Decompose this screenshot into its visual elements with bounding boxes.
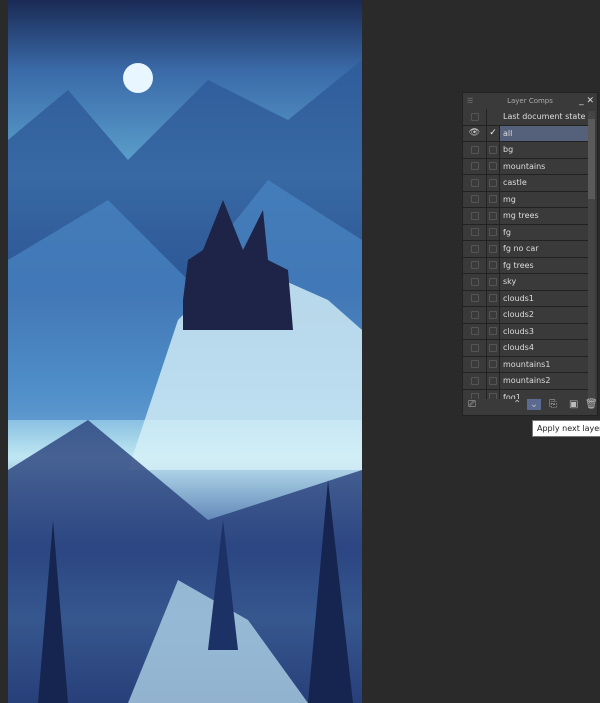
apply-checkbox[interactable]: [487, 323, 500, 340]
layer-comp-row[interactable]: fg: [463, 224, 589, 241]
layer-comp-name: fg trees: [503, 260, 534, 270]
panel-title: Layer Comps: [507, 97, 553, 105]
layer-comp-name: Last document state: [503, 112, 586, 121]
layer-comp-name: mountains2: [503, 376, 551, 385]
scrollbar[interactable]: [588, 111, 595, 401]
visibility-toggle[interactable]: [463, 191, 487, 208]
layer-comp-name: clouds2: [503, 310, 534, 319]
apply-checkbox[interactable]: [487, 356, 500, 373]
layer-comp-row[interactable]: clouds3: [463, 323, 589, 340]
painting-mountain-castle: [8, 60, 362, 703]
update-layers-icon[interactable]: ⎘: [549, 399, 557, 410]
apply-checkbox[interactable]: [487, 174, 500, 191]
layer-comp-name: clouds3: [503, 326, 534, 336]
visibility-toggle[interactable]: [463, 372, 487, 389]
visibility-toggle[interactable]: [463, 339, 487, 356]
layer-comp-name: clouds1: [503, 293, 534, 303]
layer-comp-name: mountains1: [503, 359, 551, 369]
layer-comp-name: fg: [503, 227, 511, 237]
visibility-toggle[interactable]: [463, 257, 487, 274]
layer-comp-name: castle: [503, 178, 527, 187]
apply-checkbox[interactable]: [487, 306, 500, 323]
layer-comp-row[interactable]: 👁 ✓ all: [463, 125, 589, 142]
layer-comp-row[interactable]: clouds2: [463, 306, 589, 324]
visibility-toggle[interactable]: [463, 323, 487, 340]
apply-checkbox[interactable]: [487, 158, 500, 175]
apply-checkbox[interactable]: [487, 372, 500, 389]
update-comp-icon[interactable]: ⎚: [468, 399, 476, 410]
eye-icon[interactable]: 👁: [463, 125, 487, 142]
apply-checkbox[interactable]: [487, 339, 500, 356]
apply-previous-button[interactable]: ⌃: [513, 399, 521, 410]
visibility-toggle[interactable]: [463, 306, 487, 323]
layer-comp-name: all: [500, 125, 589, 141]
moon: [123, 63, 153, 93]
visibility-toggle[interactable]: [463, 356, 487, 373]
visibility-toggle[interactable]: [463, 109, 487, 125]
layer-comp-row[interactable]: bg: [463, 141, 589, 159]
new-comp-icon[interactable]: ▣: [569, 399, 578, 410]
layer-comps-panel: ☰ Layer Comps _ ✕ Last document state 👁 ✓ a…: [462, 92, 598, 416]
scrollbar-thumb[interactable]: [588, 119, 595, 199]
layer-comps-list: Last document state 👁 ✓ all bg mountains castl…: [463, 109, 589, 399]
apply-checkbox[interactable]: [487, 240, 500, 257]
visibility-toggle[interactable]: [463, 207, 487, 224]
visibility-toggle[interactable]: [463, 290, 487, 307]
apply-checkbox[interactable]: [487, 290, 500, 307]
apply-checkbox[interactable]: [487, 141, 500, 158]
layer-comp-name: mountains: [503, 161, 546, 171]
visibility-toggle[interactable]: [463, 273, 487, 290]
layer-comp-row[interactable]: clouds1: [463, 290, 589, 307]
layer-comp-row[interactable]: Last document state: [463, 109, 589, 126]
layer-comp-name: sky: [503, 277, 517, 286]
document-canvas[interactable]: [8, 0, 362, 703]
layer-comp-name: clouds4: [503, 343, 534, 352]
layer-comp-name: mg trees: [503, 211, 539, 220]
layer-comp-name: fg no car: [503, 244, 539, 253]
apply-checkbox[interactable]: [487, 257, 500, 274]
layer-comp-row[interactable]: clouds4: [463, 339, 589, 357]
panel-toolbar: ⎚ ⌃ ⌄ ⎘ ▣ 🗑: [463, 397, 599, 415]
layer-comp-row[interactable]: mountains: [463, 158, 589, 175]
trash-icon[interactable]: 🗑: [585, 399, 598, 410]
layer-comp-row[interactable]: mg trees: [463, 207, 589, 225]
visibility-toggle[interactable]: [463, 158, 487, 175]
checkmark-icon[interactable]: ✓: [487, 125, 500, 142]
apply-checkbox[interactable]: [487, 273, 500, 290]
layer-comp-row[interactable]: mountains2: [463, 372, 589, 390]
layer-comp-row[interactable]: fg trees: [463, 257, 589, 274]
layer-comp-row[interactable]: fg no car: [463, 240, 589, 258]
layer-comp-row[interactable]: mountains1: [463, 356, 589, 373]
apply-next-button[interactable]: ⌄: [527, 399, 541, 410]
tooltip: Apply next layer: [532, 420, 600, 437]
visibility-toggle[interactable]: [463, 174, 487, 191]
layer-comp-row[interactable]: sky: [463, 273, 589, 291]
close-icon[interactable]: _ ✕: [579, 93, 594, 109]
layer-comp-name: bg: [503, 145, 514, 154]
visibility-toggle[interactable]: [463, 141, 487, 158]
visibility-toggle[interactable]: [463, 224, 487, 241]
hamburger-icon[interactable]: ☰: [467, 93, 473, 109]
apply-checkbox[interactable]: [487, 207, 500, 224]
apply-checkbox[interactable]: [487, 191, 500, 208]
visibility-toggle[interactable]: [463, 240, 487, 257]
apply-checkbox[interactable]: [487, 224, 500, 241]
layer-comp-row[interactable]: castle: [463, 174, 589, 192]
layer-comp-row[interactable]: mg: [463, 191, 589, 208]
layer-comp-name: mg: [503, 194, 516, 204]
